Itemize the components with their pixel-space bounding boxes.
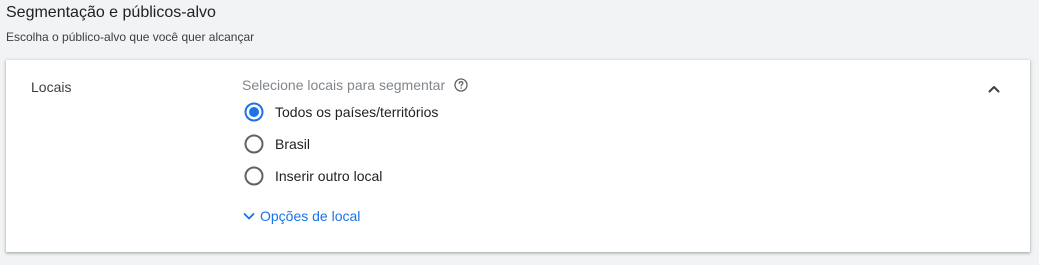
locations-card: Locais Selecione locais para segmentar T…	[6, 60, 1030, 252]
radio-unselected-icon[interactable]	[244, 166, 264, 186]
locations-prompt-row: Selecione locais para segmentar	[242, 76, 468, 94]
radio-option-all-countries[interactable]: Todos os países/territórios	[244, 101, 438, 123]
section-title: Segmentação e públicos-alvo	[6, 4, 216, 21]
radio-label: Brasil	[275, 136, 311, 152]
radio-label: Todos os países/territórios	[275, 104, 439, 120]
locations-label: Locais	[31, 79, 72, 95]
location-options-text[interactable]: Opções de local	[260, 208, 360, 224]
help-circle-icon[interactable]	[454, 78, 468, 92]
location-options-link[interactable]: Opções de local	[242, 205, 360, 227]
chevron-up-icon[interactable]	[984, 79, 1004, 99]
radio-unselected-icon[interactable]	[244, 134, 264, 154]
radio-label: Inserir outro local	[275, 168, 383, 184]
chevron-down-icon	[242, 209, 256, 223]
section-subtitle: Escolha o público-alvo que você quer alc…	[6, 30, 255, 44]
radio-option-brasil[interactable]: Brasil	[244, 133, 310, 155]
radio-selected-icon[interactable]	[244, 102, 264, 122]
locations-prompt: Selecione locais para segmentar	[242, 77, 446, 93]
radio-option-other-location[interactable]: Inserir outro local	[244, 165, 382, 187]
